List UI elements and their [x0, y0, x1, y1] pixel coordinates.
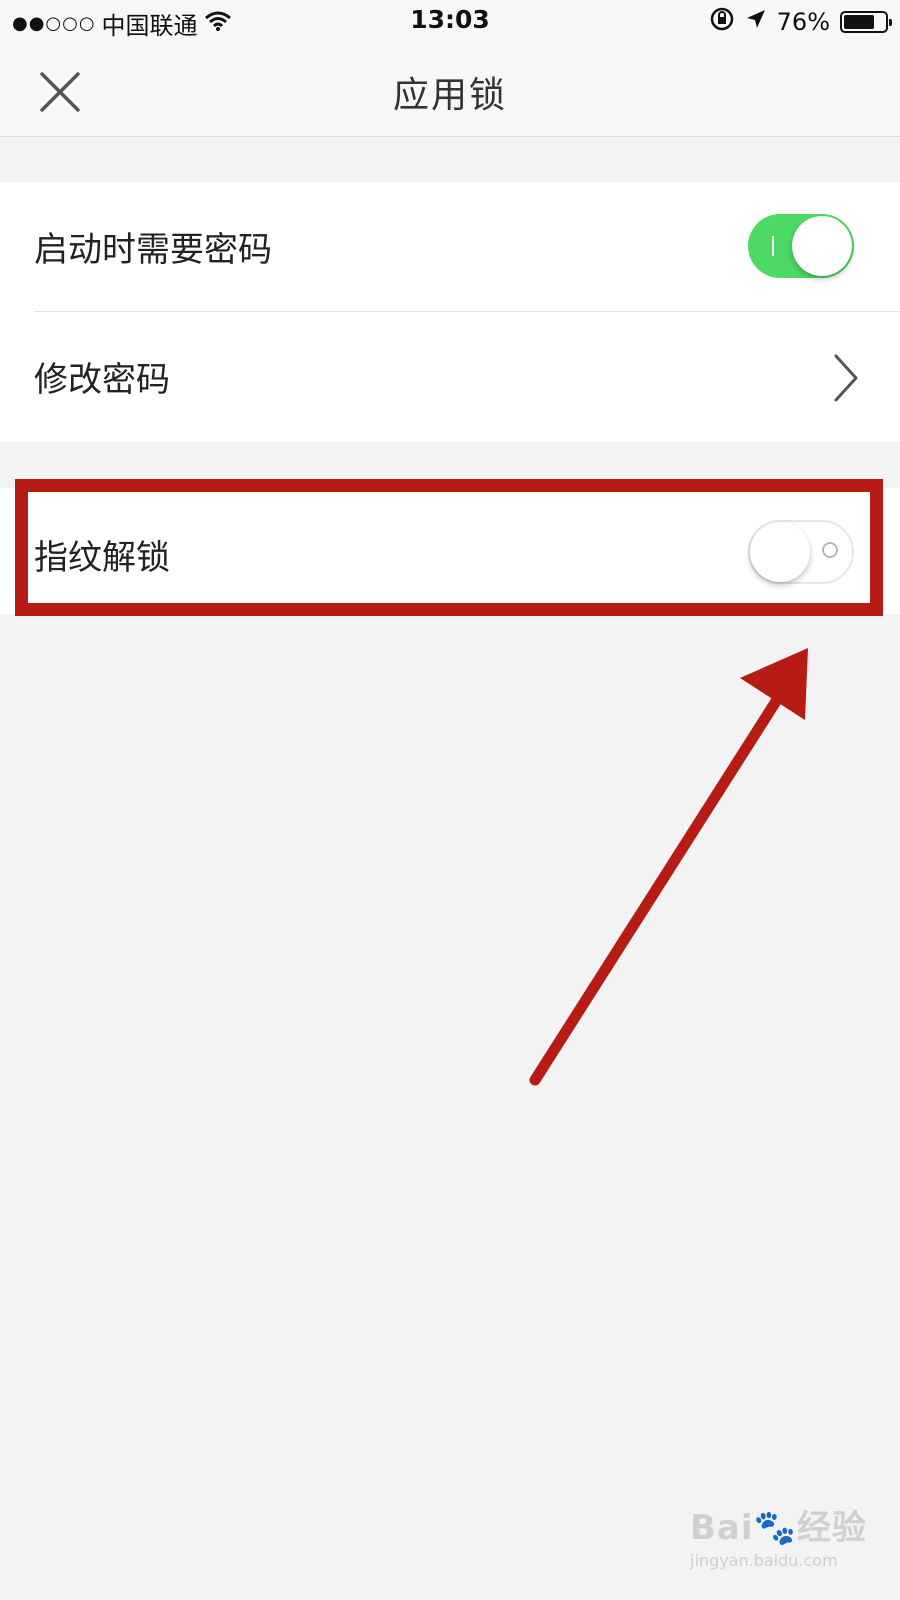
orientation-lock-icon: [709, 6, 735, 38]
status-right: 76%: [709, 6, 892, 38]
toggle-on-mark: [772, 236, 774, 256]
watermark-logo: Bai🐾经验: [690, 1508, 867, 1548]
battery-icon: [840, 11, 892, 33]
battery-tip: [889, 19, 892, 26]
fingerprint-unlock-toggle[interactable]: [748, 520, 854, 584]
status-bar: ●●○○○ 中国联通 13:03 76%: [0, 0, 900, 44]
chevron-right-icon: [832, 354, 860, 406]
battery-fill: [844, 15, 874, 29]
page-title: 应用锁: [392, 75, 507, 116]
setting-row-fingerprint-unlock[interactable]: 指纹解锁: [0, 488, 900, 614]
toggle-off-mark: [822, 542, 838, 558]
battery-percent: 76%: [776, 8, 830, 36]
toggle-knob: [750, 522, 810, 582]
setting-row-change-password[interactable]: 修改密码: [0, 312, 900, 440]
require-password-label: 启动时需要密码: [34, 230, 272, 270]
navigation-bar: 应用锁: [0, 44, 900, 137]
location-arrow-icon: [745, 8, 767, 36]
require-password-toggle[interactable]: [748, 214, 854, 278]
change-password-label: 修改密码: [34, 360, 170, 400]
setting-row-require-password[interactable]: 启动时需要密码: [0, 182, 900, 310]
settings-group-fingerprint: 指纹解锁: [0, 488, 900, 614]
watermark-url: jingyan.baidu.com: [690, 1551, 838, 1570]
settings-group-password: 启动时需要密码 修改密码: [0, 182, 900, 442]
fingerprint-unlock-label: 指纹解锁: [34, 538, 170, 578]
watermark: Bai🐾经验 jingyan.baidu.com: [690, 1500, 890, 1570]
toggle-knob: [792, 216, 852, 276]
